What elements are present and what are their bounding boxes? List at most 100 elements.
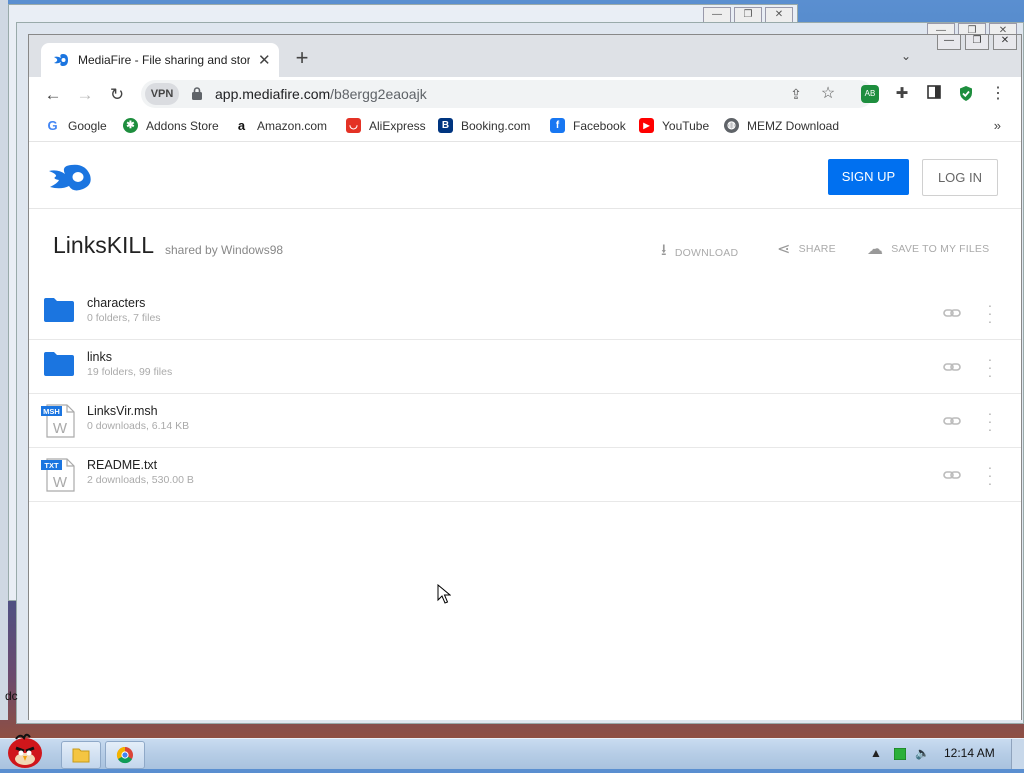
tab-search-chevron-icon[interactable]: ⌄ [901, 49, 911, 63]
item-meta: 0 downloads, 6.14 KB [87, 420, 190, 432]
bookmark-amazon[interactable]: a Amazon.com [234, 118, 327, 133]
facebook-icon: f [550, 118, 565, 133]
close-tab-icon[interactable]: ✕ [258, 51, 271, 69]
download-action[interactable]: ⭳ DOWNLOAD [661, 239, 738, 266]
item-meta: 2 downloads, 530.00 B [87, 474, 194, 486]
list-item-readme[interactable]: TXT W README.txt 2 downloads, 530.00 B ·… [29, 448, 1021, 502]
shield-extension-icon[interactable] [957, 85, 975, 103]
bookmark-label: Booking.com [461, 118, 531, 133]
file-list: characters 0 folders, 7 files · · · links … [29, 286, 1021, 502]
minimize-button[interactable]: — [937, 35, 961, 50]
background-window-controls[interactable]: — ❐ ✕ [703, 7, 793, 23]
more-options-icon[interactable]: · · · [985, 352, 995, 382]
tab-mediafire[interactable]: MediaFire - File sharing and storage ✕ [41, 43, 279, 77]
save-to-my-files-action[interactable]: ☁ SAVE TO MY FILES [867, 239, 989, 259]
volume-icon[interactable]: 🔈 [915, 746, 930, 760]
side-panel-icon[interactable] [925, 85, 943, 103]
bookmark-memz-download[interactable]: ◍ MEMZ Download [724, 118, 839, 133]
vpn-badge[interactable]: VPN [145, 83, 179, 105]
link-icon[interactable] [943, 358, 961, 376]
bookmark-label: YouTube [662, 118, 710, 133]
list-item-links[interactable]: links 19 folders, 99 files · · · [29, 340, 1021, 394]
shared-by-text: shared by Windows98 [165, 243, 284, 257]
bookmark-label: Facebook [573, 118, 626, 133]
bookmark-label: MEMZ Download [747, 118, 840, 133]
forward-arrow-icon[interactable]: → [75, 85, 95, 105]
taskbar-clock[interactable]: 12:14 AM [944, 746, 995, 760]
list-item-characters[interactable]: characters 0 folders, 7 files · · · [29, 286, 1021, 340]
bookmark-facebook[interactable]: f Facebook [550, 118, 626, 133]
msh-file-icon: MSH W [41, 404, 75, 438]
new-tab-button[interactable]: + [291, 47, 313, 69]
item-name[interactable]: LinksVir.msh [87, 404, 158, 418]
desktop-label: dc [5, 689, 18, 703]
item-meta: 0 folders, 7 files [87, 312, 161, 324]
google-icon: G [47, 118, 58, 133]
share-action[interactable]: ⋖ SHARE [777, 239, 836, 259]
maximize-button[interactable]: ❐ [965, 35, 989, 50]
booking-icon: B [438, 118, 453, 133]
mediafire-page: SIGN UP LOG IN LinksKILL shared by Windo… [29, 142, 1021, 720]
link-icon[interactable] [943, 412, 961, 430]
network-icon[interactable] [893, 747, 907, 763]
list-item-linksvir[interactable]: MSH W LinksVir.msh 0 downloads, 6.14 KB … [29, 394, 1021, 448]
folder-explorer-icon [72, 748, 90, 763]
close-window-button[interactable]: ✕ [993, 35, 1017, 50]
chrome-icon [116, 746, 133, 764]
bookmark-booking[interactable]: B Booking.com [438, 118, 530, 133]
txt-file-icon: TXT W [41, 458, 75, 492]
show-desktop-button[interactable] [1011, 739, 1024, 769]
sign-up-button[interactable]: SIGN UP [828, 159, 909, 195]
save-label: SAVE TO MY FILES [891, 243, 990, 255]
more-options-icon[interactable]: · · · [985, 406, 995, 436]
folder-title: LinksKILL [53, 232, 155, 258]
amazon-icon: a [237, 118, 246, 133]
folder-icon [44, 352, 74, 376]
taskbar: ▲ 🔈 12:14 AM [0, 733, 1024, 769]
svg-text:W: W [53, 474, 68, 491]
taskbar-chrome-button[interactable] [105, 741, 145, 769]
more-options-icon[interactable]: · · · [985, 298, 995, 328]
link-icon[interactable] [943, 466, 961, 484]
link-icon[interactable] [943, 304, 961, 322]
bookmark-aliexpress[interactable]: ◡ AliExpress [346, 118, 426, 133]
browser-menu-icon[interactable]: ⋮ [989, 85, 1007, 103]
taskbar-explorer-button[interactable] [61, 741, 101, 769]
addons-store-icon: ✱ [123, 118, 138, 133]
show-hidden-icons-icon[interactable]: ▲ [870, 746, 882, 760]
share-page-icon[interactable]: ⇪ [787, 85, 805, 103]
item-name[interactable]: README.txt [87, 458, 157, 472]
folder-icon [44, 298, 74, 322]
lock-icon[interactable] [191, 87, 203, 100]
download-label: DOWNLOAD [674, 246, 739, 259]
address-bar[interactable]: VPN app.mediafire.com/b8ergg2eaoajk ⇪ ☆ [141, 80, 873, 108]
mediafire-header: SIGN UP LOG IN [29, 142, 1021, 209]
reload-icon[interactable]: ↻ [107, 85, 127, 105]
bookmark-addons-store[interactable]: ✱ Addons Store [123, 118, 219, 133]
file-badge: MSH [43, 407, 60, 416]
bookmark-google[interactable]: G Google [45, 118, 106, 133]
more-options-icon[interactable]: · · · [985, 460, 995, 490]
bookmark-label: Addons Store [146, 118, 219, 133]
bookmark-star-icon[interactable]: ☆ [819, 85, 837, 103]
download-icon: ⭳ [661, 242, 667, 259]
bookmark-youtube[interactable]: ▶ YouTube [639, 118, 709, 133]
mediafire-logo-icon[interactable] [47, 162, 93, 192]
back-arrow-icon[interactable]: ← [43, 85, 63, 105]
url-path: /b8ergg2eaoajk [330, 86, 427, 102]
item-name[interactable]: links [87, 350, 112, 364]
extensions-puzzle-icon[interactable]: ✚ [893, 85, 911, 103]
bookmarks-overflow-icon[interactable]: » [994, 118, 1001, 133]
item-name[interactable]: characters [87, 296, 145, 310]
file-badge: TXT [44, 461, 59, 470]
mediafire-favicon-icon [54, 54, 68, 66]
svg-text:W: W [53, 420, 68, 437]
url-text[interactable]: app.mediafire.com/b8ergg2eaoajk [215, 86, 427, 102]
browser-toolbar: ← → ↻ VPN app.mediafire.com/b8ergg2eaoaj… [29, 77, 1021, 111]
item-meta: 19 folders, 99 files [87, 366, 173, 378]
start-angry-bird-icon[interactable] [2, 731, 48, 769]
aliexpress-icon: ◡ [346, 118, 361, 133]
adblock-extension-icon[interactable]: AB [861, 85, 879, 103]
log-in-button[interactable]: LOG IN [922, 159, 998, 196]
youtube-icon: ▶ [639, 118, 654, 133]
